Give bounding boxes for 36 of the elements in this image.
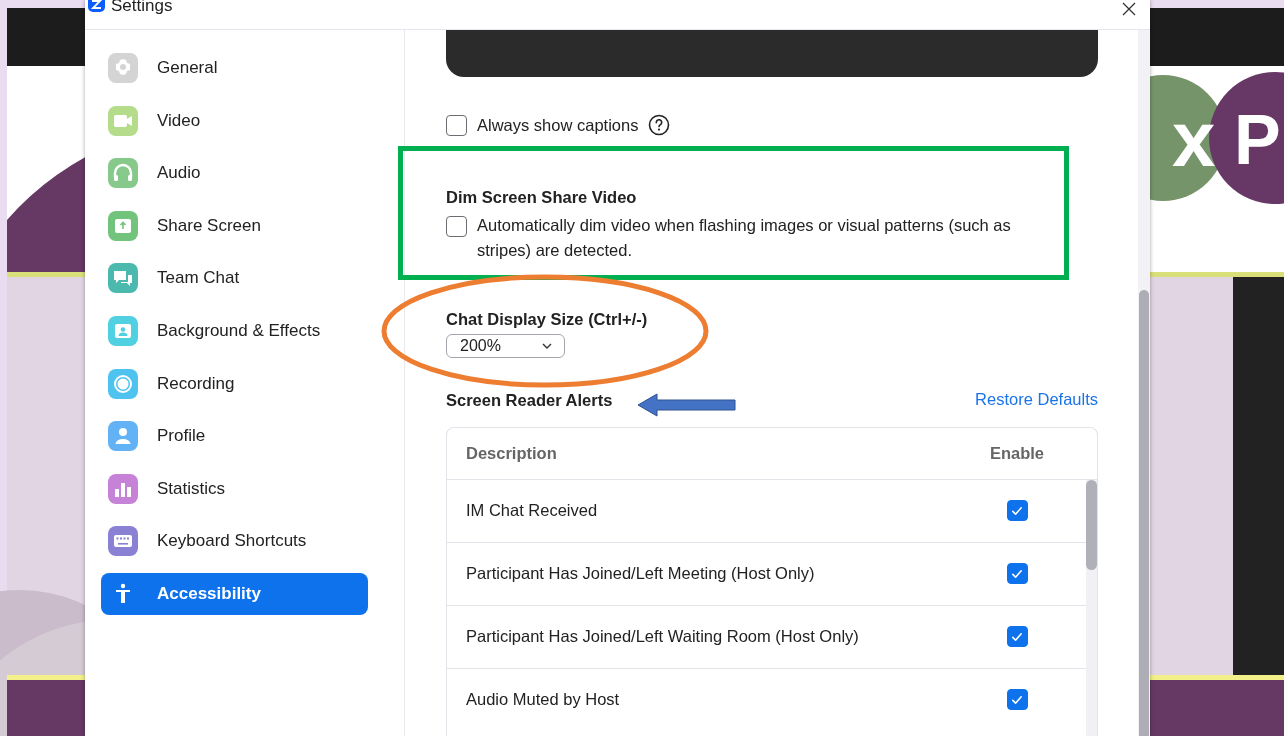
checkbox[interactable]	[1006, 626, 1028, 648]
chevron-down-icon	[542, 342, 552, 349]
column-header: Enable	[988, 443, 1046, 463]
sidebar-item[interactable]: Video	[101, 99, 368, 142]
sidebar-item[interactable]: General	[101, 47, 368, 89]
checkbox-label: Always show captions	[477, 115, 639, 135]
column-header: Description	[465, 443, 558, 463]
close-icon[interactable]	[1122, 2, 1136, 16]
checkbox[interactable]	[1006, 500, 1028, 522]
sidebar-item[interactable]: Background & Effects	[101, 309, 368, 352]
sidebar-item[interactable]: Recording	[101, 362, 368, 405]
section-title: Screen Reader Alerts	[446, 389, 613, 411]
size-dropdown[interactable]: 200%	[446, 334, 565, 358]
checkbox[interactable]	[1006, 689, 1028, 711]
sidebar-item[interactable]: Keyboard Shortcuts	[101, 520, 368, 563]
sidebar-item[interactable]: Share Screen	[101, 204, 368, 247]
restore-defaults-link[interactable]: Restore Defaults	[975, 390, 1098, 410]
sidebar-item[interactable]: Statistics	[101, 467, 368, 510]
help-icon[interactable]	[648, 114, 671, 136]
checkbox[interactable]	[446, 114, 467, 136]
sidebar-item[interactable]: Team Chat	[101, 257, 368, 300]
alert-description: Participant Has Joined/Left Meeting (Host Only)	[465, 564, 816, 584]
checkbox-label: Automatically dim video when flashing images or visual patterns (such as stripes) are detected.	[477, 215, 1012, 261]
alert-description: Audio Muted by Host	[465, 690, 621, 710]
checkbox[interactable]	[446, 216, 467, 237]
checkbox[interactable]	[1006, 563, 1028, 585]
section-title: Chat Display Size (Ctrl+/-)	[446, 309, 649, 330]
sidebar-item[interactable]: Accessibility	[101, 572, 368, 615]
section-title: Dim Screen Share Video	[446, 187, 638, 208]
sidebar-item[interactable]: Audio	[101, 152, 368, 195]
sidebar-item[interactable]: Profile	[101, 415, 368, 458]
scrollbar-thumb[interactable]	[1086, 479, 1097, 570]
alert-description: Participant Has Joined/Left Waiting Room (Host Only)	[465, 627, 860, 647]
scrollbar-thumb[interactable]	[1139, 290, 1149, 736]
logo-letter: P	[1234, 101, 1281, 179]
alert-description: IM Chat Received	[465, 501, 599, 521]
